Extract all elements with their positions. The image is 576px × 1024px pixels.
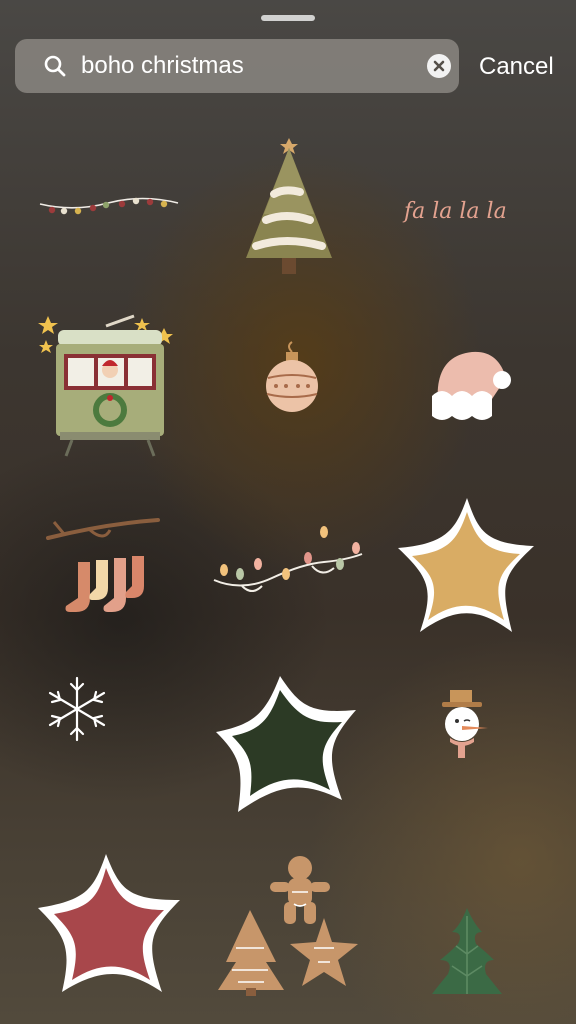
search-icon (44, 55, 66, 77)
search-input[interactable] (81, 39, 421, 93)
sticker-snowman[interactable] (436, 688, 492, 764)
sticker-hanging-stockings[interactable] (44, 514, 160, 620)
sticker-santa-tram[interactable] (36, 310, 178, 460)
sticker-santa-hat[interactable] (428, 344, 514, 422)
sticker-green-pine-tree[interactable] (430, 906, 504, 998)
sticker-gingerbread-cookies[interactable] (218, 852, 360, 996)
sticker-red-star[interactable] (36, 850, 184, 996)
clear-search-button[interactable] (427, 54, 451, 78)
sticker-mustard-star[interactable] (394, 494, 540, 638)
sheet-grabber[interactable] (261, 15, 315, 21)
sticker-fa-la-la-la[interactable]: fa la la la (400, 190, 536, 230)
sticker-green-star[interactable] (214, 672, 360, 816)
cancel-button[interactable]: Cancel (479, 52, 554, 82)
sticker-string-lights[interactable] (38, 190, 180, 222)
sticker-fairy-lights[interactable] (212, 522, 364, 598)
fa-la-la-la-text: fa la la la (402, 199, 507, 224)
search-bar[interactable] (15, 39, 459, 93)
sticker-snowflake[interactable] (42, 674, 112, 744)
sticker-bauble-ornament[interactable] (262, 340, 322, 416)
close-icon (433, 60, 445, 72)
sticker-christmas-tree[interactable] (244, 134, 334, 280)
